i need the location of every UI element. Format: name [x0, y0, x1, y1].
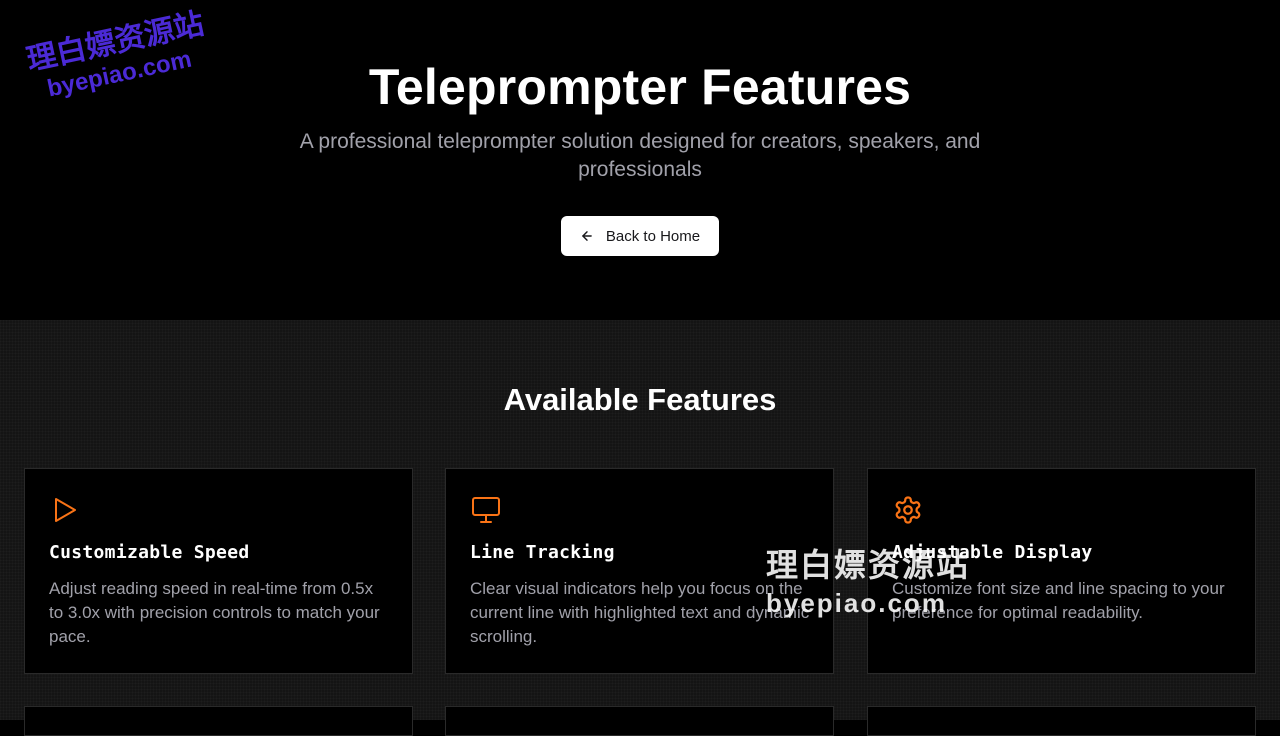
section-title: Available Features [503, 382, 777, 417]
hero-section: Teleprompter Features A professional tel… [0, 0, 1280, 320]
page-title: Teleprompter Features [368, 59, 912, 115]
feature-card-title: Adjustable Display [892, 542, 1093, 563]
feature-card-description: Clear visual indicators help you focus o… [470, 579, 810, 646]
page-subtitle: A professional teleprompter solution des… [299, 130, 981, 181]
play-icon [55, 498, 76, 522]
feature-card-line-tracking: Line Tracking Clear visual indicators he… [445, 468, 834, 674]
feature-card-partial [24, 706, 413, 736]
back-to-home-label: Back to Home [605, 227, 701, 245]
feature-card-description: Adjust reading speed in real-time from 0… [49, 579, 380, 646]
feature-card-customizable-speed: Customizable Speed Adjust reading speed … [24, 468, 413, 674]
feature-card-title: Customizable Speed [49, 542, 250, 563]
arrow-left-icon [582, 231, 592, 241]
feature-card-partial [445, 706, 834, 736]
back-to-home-button[interactable]: Back to Home [561, 216, 719, 256]
monitor-icon [472, 497, 500, 523]
feature-card-title: Line Tracking [470, 542, 615, 563]
feature-card-description: Customize font size and line spacing to … [892, 579, 1225, 622]
gear-icon [895, 496, 921, 524]
features-section: Available Features Customizable Speed Ad… [0, 320, 1280, 736]
feature-card-partial [867, 706, 1256, 736]
feature-card-adjustable-display: Adjustable Display Customize font size a… [867, 468, 1256, 674]
